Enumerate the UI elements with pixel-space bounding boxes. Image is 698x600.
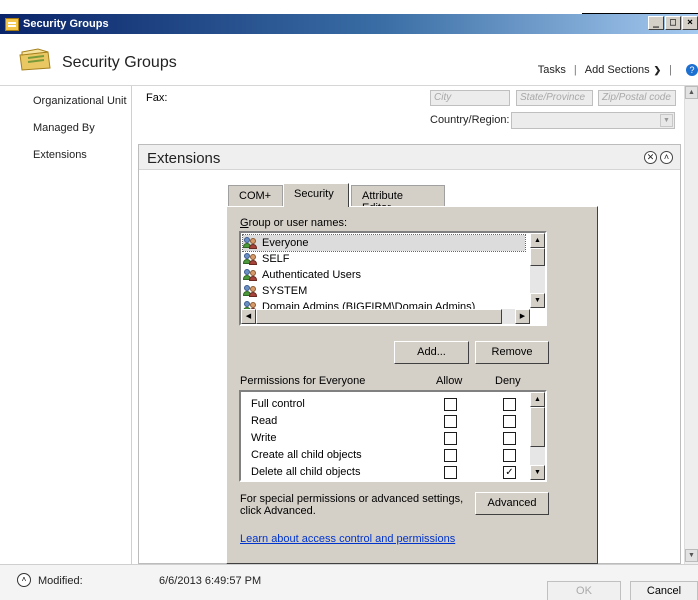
list-item[interactable]: Authenticated Users (243, 267, 361, 283)
extensions-section: Extensions ✕ ˄ COM+ Security Attribute E… (138, 144, 681, 564)
chevron-down-icon[interactable]: ❯ (654, 65, 662, 76)
security-tab-panel: Group or user names: Everyone SELF Authe… (226, 206, 598, 564)
close-section-icon[interactable]: ✕ (644, 151, 657, 164)
permissions-label: Permissions for Everyone (240, 375, 366, 387)
allow-checkbox[interactable] (444, 398, 457, 411)
group-or-user-names-label: Group or user names: (240, 217, 347, 229)
cancel-button[interactable]: Cancel (630, 581, 698, 600)
user-name: SELF (262, 253, 290, 265)
section-navigation: Organizational Unit Managed By Extension… (0, 86, 132, 564)
list-item[interactable]: Everyone (242, 234, 526, 252)
group-user-list[interactable]: Everyone SELF Authenticated Users SYSTEM… (239, 231, 547, 326)
ok-button[interactable]: OK (547, 581, 621, 600)
main-content: Fax: City State/Province Zip/Postal code… (133, 86, 698, 564)
user-name: Everyone (262, 237, 309, 249)
help-icon[interactable]: ? (686, 64, 698, 76)
city-field[interactable]: City (430, 90, 510, 106)
page-vertical-scrollbar[interactable]: ▲ ▼ (684, 86, 698, 564)
special-permissions-text-2: click Advanced. (240, 505, 316, 517)
fax-label: Fax: (146, 92, 168, 104)
tab-com-plus[interactable]: COM+ (228, 185, 283, 207)
zip-postal-code-field[interactable]: Zip/Postal code (598, 90, 676, 106)
advanced-button[interactable]: Advanced (475, 492, 549, 515)
allow-column-header: Allow (436, 375, 463, 387)
tab-attribute-editor[interactable]: Attribute Editor (351, 185, 445, 214)
window-title: Security Groups (23, 18, 109, 30)
deny-checkbox[interactable] (503, 415, 516, 428)
user-name: Authenticated Users (262, 269, 362, 281)
user-group-icon (243, 285, 259, 297)
minimize-button[interactable]: _ (648, 16, 664, 30)
page-footer: ˄ Modified: 6/6/2013 6:49:57 PM OK Cance… (0, 564, 698, 600)
allow-checkbox[interactable] (444, 466, 457, 479)
scroll-thumb[interactable] (530, 248, 545, 266)
scroll-down-icon[interactable]: ▼ (530, 293, 545, 308)
deny-column-header: Deny (495, 375, 521, 387)
chevron-down-icon[interactable]: ▼ (660, 114, 673, 127)
allow-checkbox[interactable] (444, 432, 457, 445)
extensions-section-title: Extensions (147, 150, 221, 167)
security-groups-folder-icon (19, 48, 51, 71)
state-province-field[interactable]: State/Province (516, 90, 593, 106)
nav-item-extensions[interactable]: Extensions (33, 149, 87, 161)
permission-write: Write (251, 432, 277, 444)
tasks-menu[interactable]: Tasks (538, 64, 566, 76)
page-title: Security Groups (62, 54, 177, 71)
permission-create-child-objects: Create all child objects (251, 449, 362, 461)
add-button[interactable]: Add... (394, 341, 469, 364)
special-permissions-text: For special permissions or advanced sett… (240, 493, 464, 505)
maximize-button[interactable]: □ (665, 16, 681, 30)
nav-item-organizational-unit[interactable]: Organizational Unit (33, 95, 127, 107)
country-region-label: Country/Region: (430, 114, 510, 126)
deny-checkbox[interactable] (503, 432, 516, 445)
scroll-thumb[interactable] (530, 407, 545, 447)
scroll-up-icon[interactable]: ▲ (685, 86, 698, 99)
remove-button[interactable]: Remove (475, 341, 549, 364)
scroll-up-icon[interactable]: ▲ (530, 233, 545, 248)
deny-checkbox-checked[interactable]: ✓ (503, 466, 516, 479)
country-region-select[interactable]: ▼ (511, 112, 675, 129)
window-titlebar[interactable]: Security Groups _ □ × (0, 14, 698, 34)
list-item[interactable]: SYSTEM (243, 283, 307, 299)
user-name: SYSTEM (262, 285, 308, 297)
scroll-down-icon[interactable]: ▼ (530, 465, 545, 480)
permission-delete-child-objects: Delete all child objects (251, 466, 361, 478)
page-header: Security Groups Tasks | Add Sections ❯ |… (0, 34, 698, 86)
user-group-icon (243, 237, 259, 249)
deny-checkbox[interactable] (503, 398, 516, 411)
nav-item-managed-by[interactable]: Managed By (33, 122, 95, 134)
deny-checkbox[interactable] (503, 449, 516, 462)
collapse-section-icon[interactable]: ˄ (660, 151, 673, 164)
user-group-icon (243, 253, 259, 265)
extensions-section-header: Extensions ✕ ˄ (139, 145, 680, 170)
permissions-list[interactable]: Full control Read Write Create all child… (239, 390, 547, 482)
permission-full-control: Full control (251, 398, 305, 410)
list-item[interactable]: SELF (243, 251, 290, 267)
header-separator: | (669, 64, 672, 76)
scroll-up-icon[interactable]: ▲ (530, 392, 545, 407)
modified-timestamp: 6/6/2013 6:49:57 PM (159, 575, 262, 587)
close-button[interactable]: × (682, 16, 698, 30)
user-group-icon (243, 269, 259, 281)
permission-read: Read (251, 415, 278, 427)
scroll-left-icon[interactable]: ◀ (241, 309, 256, 324)
tab-security[interactable]: Security (283, 183, 349, 207)
scroll-down-icon[interactable]: ▼ (685, 549, 698, 562)
expand-up-icon[interactable]: ˄ (17, 573, 31, 587)
scroll-thumb[interactable] (256, 309, 502, 324)
header-separator: | (573, 64, 577, 76)
learn-access-control-link[interactable]: Learn about access control and permissio… (240, 533, 455, 545)
modified-label: Modified: (38, 575, 83, 587)
allow-checkbox[interactable] (444, 449, 457, 462)
allow-checkbox[interactable] (444, 415, 457, 428)
scroll-right-icon[interactable]: ▶ (515, 309, 530, 324)
add-sections-menu[interactable]: Add Sections (585, 64, 650, 76)
security-groups-icon (5, 17, 19, 31)
